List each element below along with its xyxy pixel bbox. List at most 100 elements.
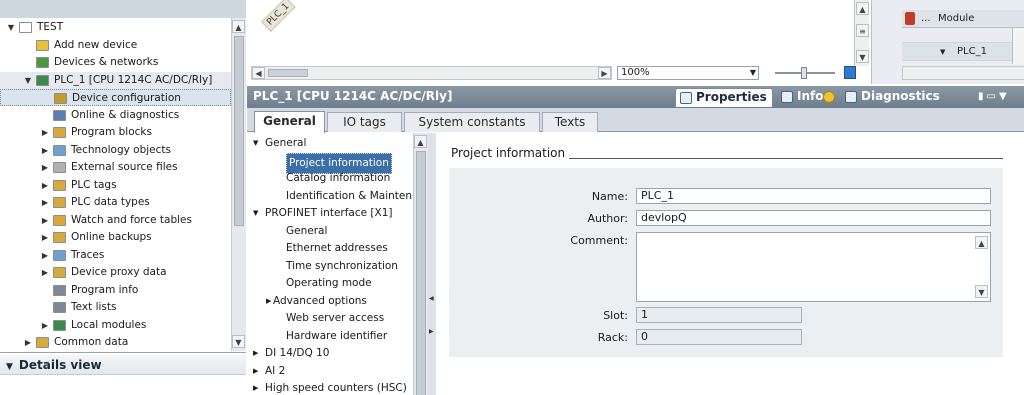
chevron-down-icon[interactable]: ▼	[6, 19, 16, 36]
scroll-up-icon[interactable]: ▲	[232, 20, 245, 33]
chevron-down-icon[interactable]: ▼	[253, 135, 258, 152]
tab-properties[interactable]: Properties	[675, 88, 773, 107]
tree-item[interactable]: Online & diagnostics	[0, 107, 231, 124]
scroll-up-icon[interactable]: ▲	[414, 135, 427, 148]
device-view-canvas[interactable]: PLC_1 ◀ ▶ 100% ▼ ▲ ≡ ▼	[247, 0, 871, 84]
zoom-slider-knob[interactable]	[801, 67, 807, 79]
chevron-down-icon[interactable]: ▼	[940, 43, 945, 61]
name-field[interactable]: PLC_1	[636, 188, 991, 204]
window-controls-icon[interactable]: ▮▭▼	[978, 91, 1018, 103]
tree-item[interactable]: ▶ Device proxy data	[0, 264, 231, 281]
tab-general[interactable]: General	[254, 111, 325, 133]
zoom-value: 100%	[621, 67, 650, 78]
scroll-thumb[interactable]	[268, 69, 308, 77]
collapse-arrow-icon[interactable]: ◀	[429, 295, 434, 302]
tab-system-constants[interactable]: System constants	[404, 112, 540, 132]
scroll-thumb[interactable]	[234, 36, 244, 226]
chevron-right-icon[interactable]: ▶	[266, 293, 271, 310]
tree-item[interactable]: ▼ TEST	[0, 19, 231, 36]
tree-item[interactable]: Device configuration	[0, 89, 231, 106]
table-row[interactable]	[902, 28, 1012, 43]
overview-vscrollbar[interactable]	[1012, 28, 1024, 64]
chevron-right-icon[interactable]: ▶	[40, 317, 50, 334]
folder-icon	[53, 127, 66, 138]
tree-item[interactable]: Program info	[0, 282, 231, 299]
author-field[interactable]: devlopQ	[636, 210, 991, 226]
device-view-vscrollbar[interactable]: ▲ ≡ ▼	[854, 0, 869, 66]
rack-label: Rack:	[597, 331, 628, 344]
comment-field[interactable]: ▲ ▼	[636, 232, 991, 302]
zoom-slider[interactable]	[775, 66, 835, 80]
chevron-right-icon[interactable]: ▶	[40, 194, 50, 211]
overview-hscrollbar[interactable]	[902, 66, 1024, 80]
tree-item[interactable]: Add new device	[0, 37, 231, 54]
chevron-right-icon[interactable]: ▶	[40, 142, 50, 159]
nav-item-label: DI 14/DQ 10	[265, 347, 330, 359]
project-tree-scrollbar[interactable]: ▲ ▼	[231, 18, 246, 351]
tree-item[interactable]: ▶ Program blocks	[0, 124, 231, 141]
details-view-header[interactable]: ▼ Details view	[0, 355, 246, 375]
tree-item[interactable]: ▶ Technology objects	[0, 142, 231, 159]
chevron-right-icon[interactable]: ▶	[253, 380, 258, 395]
plc-device-graphic[interactable]: PLC_1	[261, 0, 296, 32]
folder-icon	[53, 267, 66, 278]
chevron-right-icon[interactable]: ▶	[40, 177, 50, 194]
chevron-down-icon[interactable]: ▼	[750, 67, 756, 79]
tree-item-label: Common data	[54, 336, 129, 348]
scroll-up-icon[interactable]: ▲	[856, 2, 869, 15]
tree-item[interactable]: ▶ Local modules	[0, 317, 231, 334]
nav-item-label: General	[286, 224, 328, 237]
tree-item[interactable]: ▶ External source files	[0, 159, 231, 176]
tree-item-label: PLC tags	[71, 178, 117, 191]
diagnostics-icon	[53, 109, 66, 121]
project-tree-list: ▼ TEST Add new device Devices & networks ▼ PL…	[0, 18, 231, 351]
device-view-hscrollbar[interactable]: ◀ ▶	[251, 66, 612, 80]
scroll-down-icon[interactable]: ▼	[975, 285, 988, 298]
folder-icon	[53, 249, 66, 261]
table-row[interactable]: ▼ PLC_1	[902, 43, 1012, 61]
inspector-nav-scrollbar[interactable]: ▲	[413, 133, 428, 395]
chevron-right-icon[interactable]: ▶	[40, 247, 50, 264]
tree-item[interactable]: ▶ Watch and force tables	[0, 212, 231, 229]
inspector-title: PLC_1 [CPU 1214C AC/DC/Rly]	[253, 89, 453, 103]
chevron-right-icon[interactable]: ▶	[40, 212, 50, 229]
scroll-thumb[interactable]	[416, 151, 426, 395]
tree-item[interactable]: ▶ PLC data types	[0, 194, 231, 211]
tab-diagnostics[interactable]: Diagnostics	[841, 88, 941, 107]
scroll-down-icon[interactable]: ▼	[232, 335, 245, 348]
chevron-down-icon[interactable]: ▼	[23, 72, 33, 89]
chevron-right-icon[interactable]: ▶	[40, 159, 50, 176]
tree-item[interactable]: ▶ Online backups	[0, 229, 231, 246]
tab-io-tags[interactable]: IO tags	[327, 112, 402, 132]
chevron-down-icon[interactable]: ▼	[253, 205, 258, 222]
tree-item[interactable]: Text lists	[0, 299, 231, 316]
project-tree-header	[0, 0, 246, 18]
chevron-right-icon[interactable]: ▶	[23, 334, 33, 351]
chevron-right-icon[interactable]: ▶	[253, 345, 258, 362]
scroll-up-icon[interactable]: ▲	[975, 236, 988, 249]
scroll-down-icon[interactable]: ▼	[856, 50, 869, 63]
expand-arrow-icon[interactable]: ▶	[429, 328, 434, 335]
inspector-sub-tabs: General IO tags System constants Texts	[247, 108, 1024, 133]
slot-field: 1	[636, 307, 802, 323]
nav-item-label: Operating mode	[286, 277, 372, 289]
chevron-right-icon[interactable]: ▶	[253, 363, 258, 380]
project-icon	[19, 22, 32, 33]
tree-item[interactable]: ▼ PLC_1 [CPU 1214C AC/DC/Rly]	[0, 71, 231, 89]
tree-item[interactable]: ▶ PLC tags	[0, 177, 231, 194]
fit-view-icon[interactable]	[844, 66, 856, 79]
chevron-right-icon[interactable]: ▶	[40, 264, 50, 281]
tab-texts[interactable]: Texts	[542, 112, 598, 132]
scroll-left-icon[interactable]: ◀	[252, 67, 265, 79]
zoom-select[interactable]: 100% ▼	[617, 66, 759, 80]
rack-field: 0	[636, 329, 802, 345]
tree-item[interactable]: Devices & networks	[0, 54, 231, 71]
panel-splitter[interactable]: ◀ ▶	[428, 133, 436, 395]
chevron-right-icon[interactable]: ▶	[40, 124, 50, 141]
chevron-down-icon[interactable]: ▼	[6, 362, 13, 372]
zoom-fit-icon[interactable]: ≡	[856, 24, 869, 37]
chevron-right-icon[interactable]: ▶	[40, 229, 50, 246]
scroll-right-icon[interactable]: ▶	[598, 67, 611, 79]
tree-item[interactable]: ▶ Traces	[0, 247, 231, 264]
tree-item[interactable]: ▶ Common data	[0, 334, 231, 351]
